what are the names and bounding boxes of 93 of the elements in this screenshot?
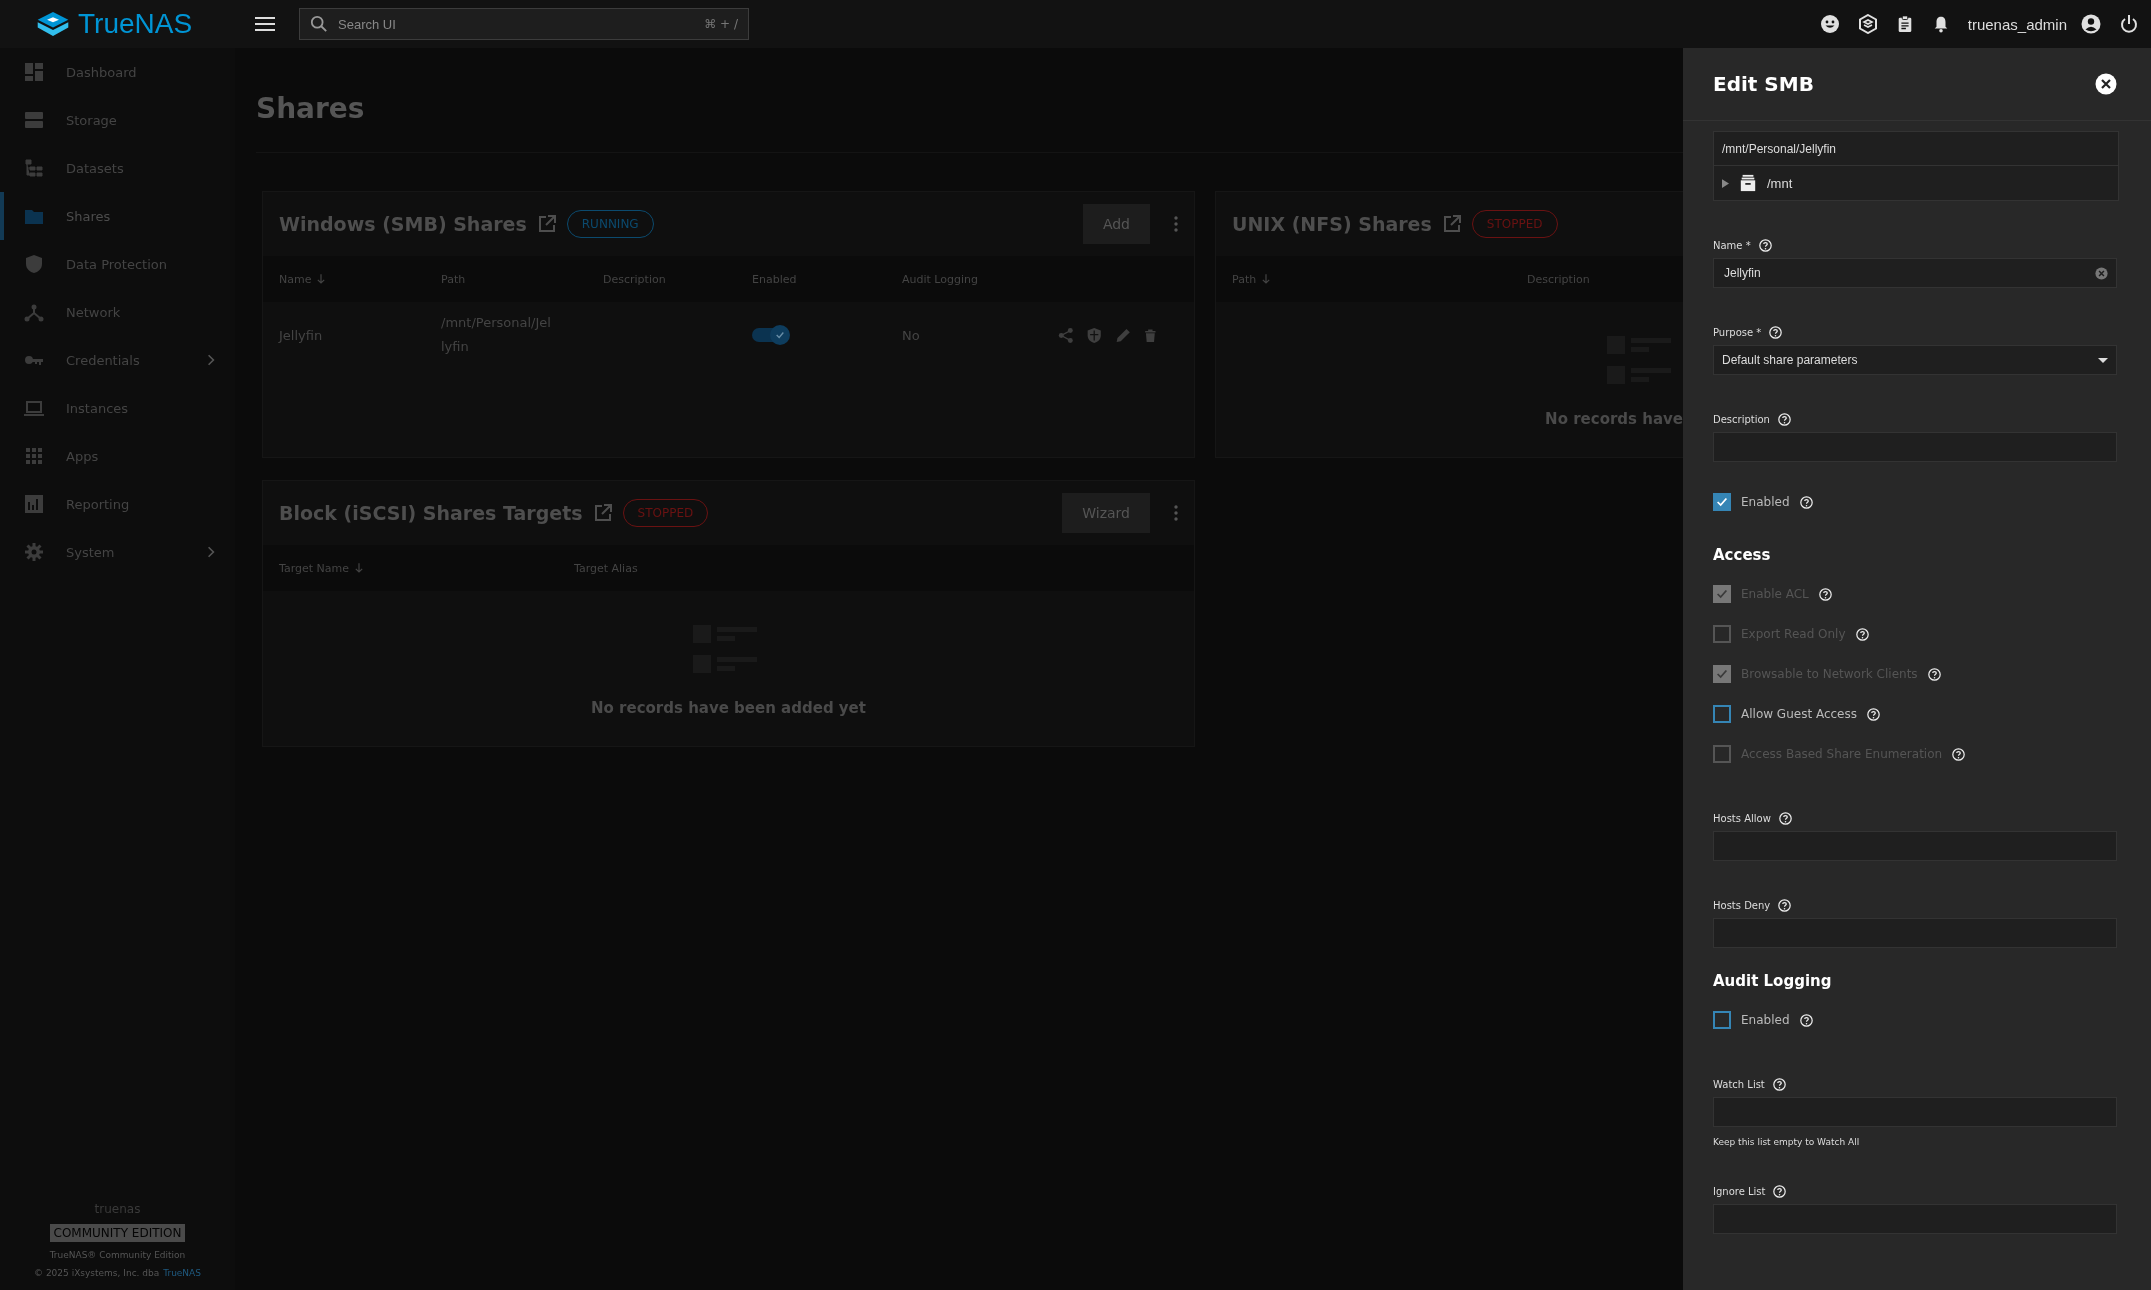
help-icon[interactable] (1769, 326, 1783, 339)
text-field[interactable]: Jellyfin (1713, 258, 2117, 288)
open-external-icon[interactable] (592, 503, 613, 523)
page-title: Shares (256, 92, 366, 127)
column-header[interactable]: Path (441, 272, 466, 286)
select-field[interactable]: Default share parameters (1713, 345, 2117, 375)
product-name: TrueNAS® Community Edition (49, 1250, 186, 1260)
path-field[interactable]: /mnt/Personal/Jellyfin (1714, 132, 2118, 166)
edition-badge: COMMUNITY EDITION (49, 1224, 186, 1242)
smiley-icon[interactable] (1819, 14, 1840, 34)
column-header[interactable]: Enabled (752, 272, 797, 286)
check-icon (1715, 587, 1729, 601)
clear-icon[interactable] (2095, 266, 2108, 280)
section-heading: Audit Logging (1713, 972, 1833, 990)
close-icon[interactable] (2095, 73, 2117, 95)
search-field[interactable]: Search UI ⌘ + / (299, 8, 749, 40)
field-label: Watch List (1713, 1079, 1765, 1090)
copyright-link[interactable]: TrueNAS (163, 1268, 201, 1278)
panel-title: Edit SMB (1713, 72, 1814, 96)
dataset-icon (1739, 174, 1757, 192)
search-input[interactable]: Search UI (336, 15, 697, 33)
apps-icon (24, 446, 44, 466)
help-icon[interactable] (1799, 1013, 1813, 1027)
help-icon[interactable] (1773, 1185, 1787, 1198)
section-heading: Access (1713, 546, 1772, 564)
help-icon[interactable] (1855, 627, 1869, 641)
username[interactable]: truenas_admin (1967, 15, 2067, 33)
field-hint: Keep this list empty to Watch All (1713, 1137, 1861, 1147)
check-icon (1715, 667, 1729, 681)
enabled-toggle[interactable] (752, 328, 788, 342)
open-external-icon[interactable] (536, 214, 557, 234)
checkbox[interactable] (1713, 493, 1731, 511)
power-icon[interactable] (2119, 14, 2139, 34)
card-action-button[interactable]: Wizard (1062, 493, 1150, 533)
help-icon[interactable] (1927, 667, 1941, 681)
help-icon[interactable] (1778, 812, 1792, 825)
help-icon[interactable] (1777, 413, 1791, 426)
card-title: Windows (SMB) Shares (279, 213, 527, 235)
gear-icon (24, 542, 44, 562)
checkbox[interactable] (1713, 705, 1731, 723)
text-input[interactable]: Jellyfin (1722, 265, 2087, 281)
field-label: Description (1713, 414, 1770, 425)
account-icon[interactable] (2081, 14, 2101, 34)
laptop-icon (24, 398, 44, 418)
checkbox-label[interactable]: Allow Guest Access (1741, 707, 1857, 721)
logo-icon (36, 10, 70, 38)
card-title: Block (iSCSI) Shares Targets (279, 502, 583, 524)
card-action-button[interactable]: Add (1082, 204, 1150, 244)
column-header[interactable]: Audit Logging (902, 272, 978, 286)
column-header[interactable]: Path (1232, 272, 1257, 286)
open-external-icon[interactable] (1441, 214, 1462, 234)
checkbox[interactable] (1713, 1011, 1731, 1029)
empty-state-text: No records have been added yet (591, 698, 866, 717)
shortcut-hint: ⌘ + / (704, 17, 738, 31)
help-icon[interactable] (1772, 1078, 1786, 1091)
network-icon (24, 302, 44, 322)
field-label: Hosts Deny (1713, 900, 1771, 911)
cube-icon[interactable] (1857, 14, 1878, 34)
column-header[interactable]: Description (603, 272, 666, 286)
shield-icon (24, 254, 44, 274)
more-options-icon[interactable] (1174, 216, 1178, 232)
column-header[interactable]: Target Name (279, 561, 349, 575)
help-icon[interactable] (1758, 239, 1772, 252)
chart-icon (24, 494, 44, 514)
help-icon[interactable] (1952, 747, 1966, 761)
expand-triangle-icon[interactable] (1722, 178, 1729, 188)
server-icon (24, 110, 44, 130)
help-icon[interactable] (1867, 707, 1880, 721)
copyright-text: © 2025 iXsystems, Inc. dba (34, 1268, 160, 1278)
menu-icon (255, 16, 275, 32)
checkbox-label[interactable]: Enabled (1741, 495, 1790, 509)
dropdown-caret-icon (2098, 357, 2108, 363)
field-label: Hosts Allow (1713, 813, 1771, 824)
column-header[interactable]: Name (279, 272, 312, 286)
help-icon[interactable] (1799, 495, 1813, 509)
field-label: Purpose * (1713, 327, 1762, 338)
checkbox-label[interactable]: Enabled (1741, 1013, 1790, 1027)
brand-name: TrueNAS (78, 8, 193, 40)
field-label: Name * (1713, 240, 1751, 251)
more-options-icon[interactable] (1174, 505, 1178, 521)
column-header[interactable]: Target Alias (574, 561, 638, 575)
help-icon[interactable] (1778, 899, 1792, 912)
help-icon[interactable] (1818, 587, 1832, 601)
search-icon (310, 15, 328, 33)
check-icon (775, 330, 785, 340)
field-label: Ignore List (1713, 1186, 1766, 1197)
tree-icon (24, 158, 44, 178)
check-icon (1715, 495, 1729, 509)
tree-node[interactable]: /mnt (1714, 166, 2118, 200)
column-header[interactable]: Description (1527, 272, 1590, 286)
card-title: UNIX (NFS) Shares (1232, 213, 1432, 235)
grid-icon (24, 62, 44, 82)
empty-state-text: No records have (1545, 409, 1683, 428)
